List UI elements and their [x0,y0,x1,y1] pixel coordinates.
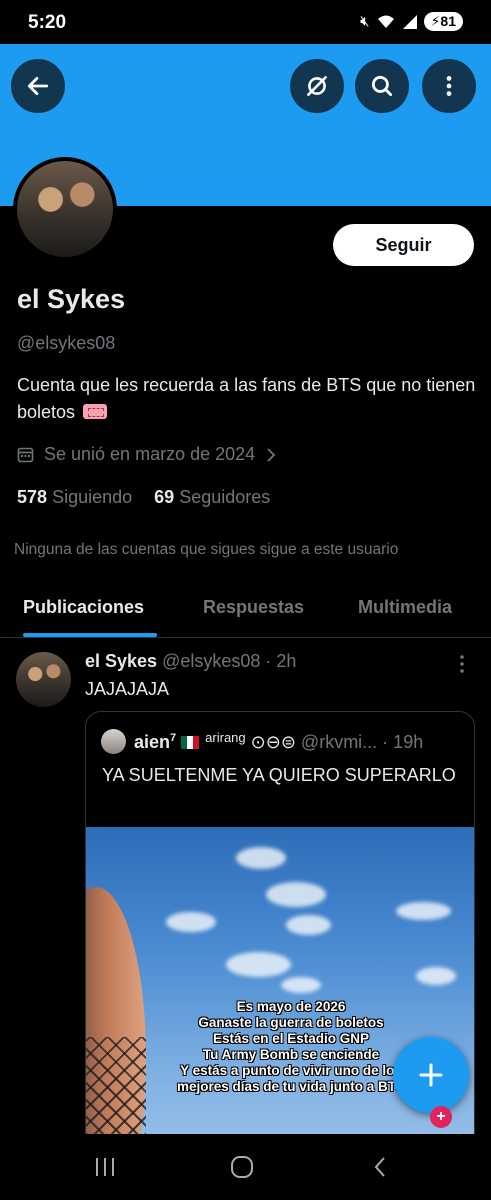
system-nav-bar [0,1134,491,1200]
status-bar: 5:20 🔇︎ ⚡81 [0,0,491,44]
cloud [266,882,326,907]
followers-label: Seguidores [179,487,271,507]
cloud [286,915,331,935]
caption-line: mejores días de tu vida junto a BTS [176,1079,406,1094]
battery-level: 81 [440,13,456,29]
more-vertical-icon [446,76,452,96]
plus-icon [419,1063,443,1087]
post-header: el Sykes @elsykes08 · 2h [85,651,296,672]
status-time: 5:20 [28,12,67,33]
chevron-left-icon [374,1157,385,1177]
follow-button[interactable]: Seguir [333,224,474,266]
back-button[interactable] [11,59,65,113]
quote-avatar [101,729,126,754]
battery-indicator: ⚡81 [423,12,463,31]
post-text: JAJAJAJA [85,679,170,699]
notifications-toggle-button[interactable] [290,59,344,113]
caption-line: Estás en el Estadio GNP [212,1031,370,1046]
status-icons: 🔇︎ ⚡81 [360,12,463,31]
cloud [416,967,456,985]
quote-author-sup: 7 [170,732,177,744]
cloud [396,902,451,920]
post-avatar[interactable] [16,652,71,707]
quote-symbols: ⊙⊖⊜ [250,732,296,752]
compose-button[interactable] [393,1037,469,1113]
tab-publicaciones[interactable]: Publicaciones [23,597,144,618]
quote-author-name: aien [134,732,171,752]
quote-badge: arirang [205,730,246,745]
profile-bio: Cuenta que les recuerda a las fans de BT… [17,372,477,426]
follow-stats: 578 Siguiendo 69 Seguidores [17,487,270,508]
profile-avatar[interactable] [13,157,117,261]
quoted-post[interactable]: aien7 arirang ⊙⊖⊜ @rkvmi... · 19h YA SUE… [85,711,475,1200]
joined-date-row[interactable]: Se unió en marzo de 2024 [17,444,277,465]
followers-count: 69 [154,487,175,507]
recent-apps-button[interactable] [85,1152,125,1182]
back-nav-button[interactable] [360,1152,400,1182]
quote-header: aien7 arirang ⊙⊖⊜ @rkvmi... · 19h [134,730,474,753]
quote-text: YA SUELTENME YA QUIERO SUPERARLO [102,765,456,785]
calendar-icon [17,447,34,463]
cloud [166,912,216,932]
tab-respuestas[interactable]: Respuestas [203,597,304,618]
chevron-right-icon [267,447,276,462]
back-arrow-icon [27,77,49,95]
post-author-name[interactable]: el Sykes [85,651,157,671]
mute-icon: 🔇︎ [360,13,370,30]
post-more-icon[interactable] [455,654,469,674]
followers-link[interactable]: 69 Seguidores [154,487,270,508]
mexico-flag-icon [181,736,200,749]
more-options-button[interactable] [422,59,476,113]
home-icon [231,1156,253,1178]
recent-apps-icon [96,1158,114,1176]
quote-handle-time: @rkvmi... · 19h [300,732,424,752]
cloud [236,847,286,869]
following-count: 578 [17,487,48,507]
search-icon [371,75,393,97]
post-handle-time: @elsykes08 · 2h [162,651,297,671]
search-button[interactable] [355,59,409,113]
active-tab-indicator [23,633,157,637]
caption-line: Ganaste la guerra de boletos [198,1015,384,1030]
display-name: el Sykes [17,284,126,314]
no-sync-icon [307,76,327,96]
home-button[interactable] [222,1152,262,1182]
following-link[interactable]: 578 Siguiendo [17,487,132,508]
tab-multimedia[interactable]: Multimedia [358,597,452,618]
following-label: Siguiendo [52,487,133,507]
mutual-followers-note: Ninguna de las cuentas que sigues sigue … [14,541,399,558]
joined-text: Se unió en marzo de 2024 [44,444,256,464]
profile-tabs: Publicaciones Respuestas Multimedia [0,580,491,638]
profile-handle: @elsykes08 [17,333,116,353]
add-badge-icon: + [430,1106,452,1128]
caption-line: Es mayo de 2026 [236,999,346,1014]
ticket-icon [83,404,108,419]
cloud [281,977,321,993]
signal-icon [402,14,417,29]
cloud [226,952,291,977]
wifi-icon [377,15,394,28]
caption-line: Tu Army Bomb se enciende [202,1047,380,1062]
